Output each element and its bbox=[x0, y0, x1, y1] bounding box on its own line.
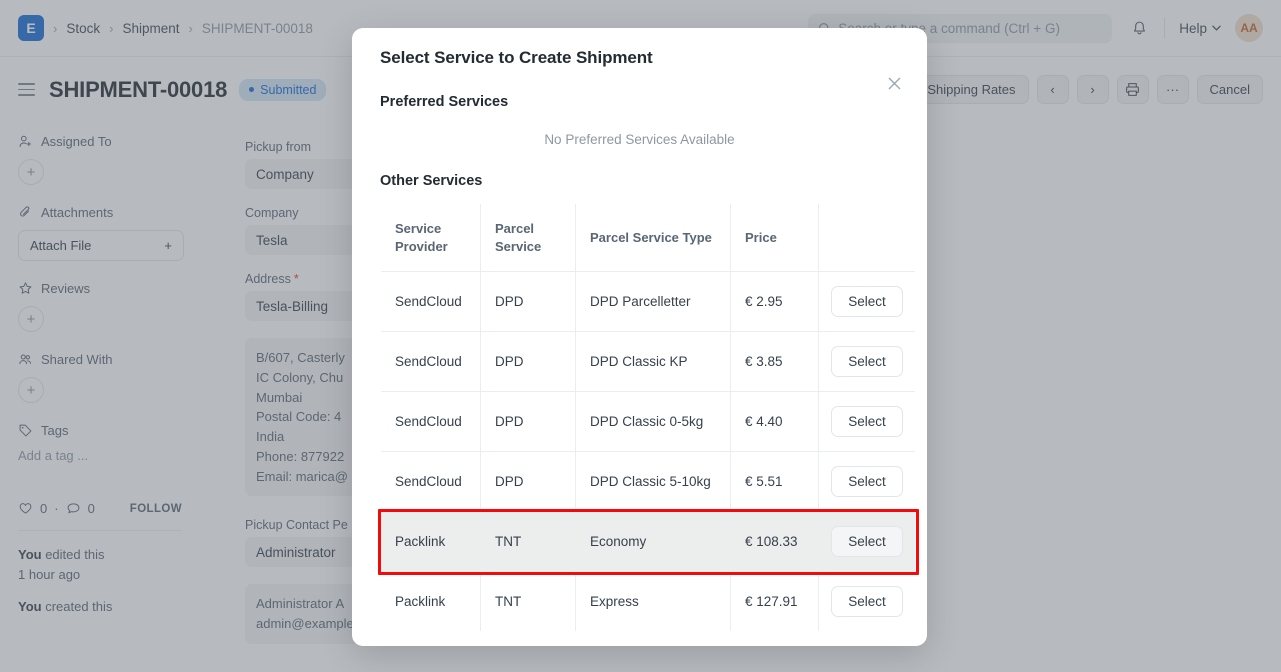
cell-action: Select bbox=[819, 272, 916, 332]
page-root: E › Stock › Shipment › SHIPMENT-00018 Se… bbox=[0, 0, 1281, 672]
table-row[interactable]: PacklinkTNTExpress€ 127.91 Select bbox=[381, 572, 916, 632]
cell-parcel-service: DPD bbox=[481, 392, 576, 452]
select-button[interactable]: Select bbox=[831, 526, 903, 557]
other-services-title: Other Services bbox=[380, 173, 899, 189]
cell-price: € 3.85 bbox=[731, 332, 819, 392]
column-header-service-provider: Service Provider bbox=[381, 204, 481, 272]
select-button[interactable]: Select bbox=[831, 586, 903, 617]
cell-parcel-service: TNT bbox=[481, 512, 576, 572]
cell-service-provider: Packlink bbox=[381, 512, 481, 572]
services-table: Service Provider Parcel Service Parcel S… bbox=[380, 203, 916, 632]
cell-price: € 4.40 bbox=[731, 392, 819, 452]
cell-parcel-service-type: Express bbox=[576, 572, 731, 632]
select-button[interactable]: Select bbox=[831, 286, 903, 317]
cell-parcel-service: DPD bbox=[481, 272, 576, 332]
cell-parcel-service-type: Economy bbox=[576, 512, 731, 572]
cell-parcel-service-type: DPD Classic 5-10kg bbox=[576, 452, 731, 512]
table-row[interactable]: SendCloudDPDDPD Parcelletter€ 2.95 Select bbox=[381, 272, 916, 332]
table-row[interactable]: PacklinkTNTEconomy€ 108.33 Select bbox=[381, 512, 916, 572]
cell-parcel-service-type: DPD Classic 0-5kg bbox=[576, 392, 731, 452]
select-button[interactable]: Select bbox=[831, 406, 903, 437]
cell-action: Select bbox=[819, 392, 916, 452]
services-table-body: SendCloudDPDDPD Parcelletter€ 2.95Select… bbox=[381, 272, 916, 632]
cell-service-provider: SendCloud bbox=[381, 452, 481, 512]
column-header-price: Price bbox=[731, 204, 819, 272]
cell-parcel-service: DPD bbox=[481, 332, 576, 392]
cell-action: Select bbox=[819, 512, 916, 572]
cell-price: € 127.91 bbox=[731, 572, 819, 632]
table-row[interactable]: SendCloudDPDDPD Classic 5-10kg€ 5.51 Sele… bbox=[381, 452, 916, 512]
cell-service-provider: Packlink bbox=[381, 572, 481, 632]
select-button[interactable]: Select bbox=[831, 466, 903, 497]
close-icon[interactable] bbox=[883, 72, 905, 94]
cell-price: € 5.51 bbox=[731, 452, 819, 512]
table-row[interactable]: SendCloudDPDDPD Classic 0-5kg€ 4.40 Selec… bbox=[381, 392, 916, 452]
cell-parcel-service-type: DPD Parcelletter bbox=[576, 272, 731, 332]
cell-price: € 108.33 bbox=[731, 512, 819, 572]
cell-parcel-service-type: DPD Classic KP bbox=[576, 332, 731, 392]
preferred-services-empty: No Preferred Services Available bbox=[380, 132, 899, 147]
preferred-services-title: Preferred Services bbox=[380, 94, 899, 110]
cell-service-provider: SendCloud bbox=[381, 392, 481, 452]
modal-title: Select Service to Create Shipment bbox=[380, 28, 899, 68]
select-button[interactable]: Select bbox=[831, 346, 903, 377]
column-header-parcel-service-type: Parcel Service Type bbox=[576, 204, 731, 272]
cell-service-provider: SendCloud bbox=[381, 272, 481, 332]
cell-price: € 2.95 bbox=[731, 272, 819, 332]
cell-action: Select bbox=[819, 332, 916, 392]
cell-parcel-service: TNT bbox=[481, 572, 576, 632]
cell-parcel-service: DPD bbox=[481, 452, 576, 512]
services-table-head: Service Provider Parcel Service Parcel S… bbox=[381, 204, 916, 272]
column-header-parcel-service: Parcel Service bbox=[481, 204, 576, 272]
column-header-action bbox=[819, 204, 916, 272]
cell-action: Select bbox=[819, 452, 916, 512]
select-service-modal: Select Service to Create Shipment Prefer… bbox=[352, 28, 927, 646]
cell-action: Select bbox=[819, 572, 916, 632]
table-row[interactable]: SendCloudDPDDPD Classic KP€ 3.85 Select bbox=[381, 332, 916, 392]
cell-service-provider: SendCloud bbox=[381, 332, 481, 392]
table-header-row: Service Provider Parcel Service Parcel S… bbox=[381, 204, 916, 272]
